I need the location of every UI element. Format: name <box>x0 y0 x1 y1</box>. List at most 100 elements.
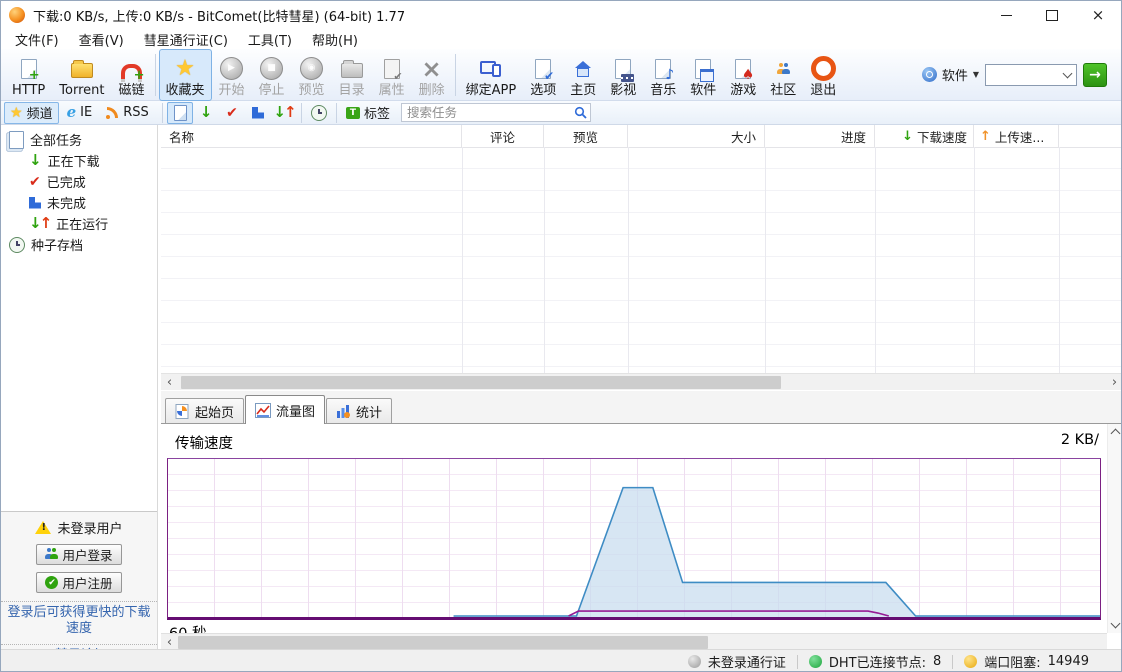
menu-view[interactable]: 查看(V) <box>69 30 134 49</box>
toolbar-button-stop[interactable]: ■ 停止 <box>252 49 292 101</box>
faster-download-link[interactable]: 登录后可获得更快的下载速度 <box>1 601 157 640</box>
up-down-arrows-icon: ↓↑ <box>273 105 294 120</box>
scrollbar-thumb[interactable] <box>178 636 708 649</box>
close-button[interactable]: × <box>1075 1 1121 29</box>
stop-icon: ■ <box>259 56 285 82</box>
bind-app-devices-icon <box>478 56 504 82</box>
download-speed-area <box>454 488 1100 617</box>
filter-downloading-button[interactable]: ↓ <box>193 102 219 124</box>
filter-completed-button[interactable]: ✔ <box>219 102 245 124</box>
filter-all-tasks-button[interactable] <box>167 102 193 124</box>
window-controls: × <box>983 1 1121 29</box>
column-header-download-speed[interactable]: ↓ 下载速度 <box>875 125 974 147</box>
menu-tools[interactable]: 工具(T) <box>238 30 302 49</box>
toolbar-button-favorites[interactable]: ★ 收藏夹 <box>159 49 212 101</box>
toolbar-button-music[interactable]: ♪ 音乐 <box>643 49 683 101</box>
status-port-blocked[interactable]: 端口阻塞: 14949 <box>964 652 1089 671</box>
status-bar: 未登录通行证 DHT已连接节点: 8 端口阻塞: 14949 <box>1 649 1121 672</box>
tag-label: 标签 <box>364 103 390 122</box>
toolbar-button-games[interactable]: ♠ 游戏 <box>723 49 763 101</box>
scroll-left-arrow[interactable]: ‹ <box>161 374 178 390</box>
dropdown-arrow-icon: ▼ <box>973 70 979 79</box>
toolbar-button-magnet[interactable]: + 磁链 <box>111 49 151 101</box>
maximize-button[interactable] <box>1029 1 1075 29</box>
menu-help[interactable]: 帮助(H) <box>302 30 368 49</box>
toolbar-button-bind-app[interactable]: 绑定APP <box>459 49 524 101</box>
tab-traffic-graph[interactable]: 流量图 <box>245 395 325 424</box>
toolbar-button-properties[interactable]: ✔ 属性 <box>372 49 412 101</box>
column-header-progress[interactable]: 进度 <box>765 125 875 147</box>
down-arrow-icon: ↓ <box>29 153 42 168</box>
toolbar-button-start[interactable]: ▶ 开始 <box>212 49 252 101</box>
tab-start-page[interactable]: 起始页 <box>165 398 244 423</box>
tree-item-downloading[interactable]: ↓ 正在下载 <box>1 150 157 171</box>
toolbar-button-http[interactable]: + HTTP <box>5 49 52 101</box>
tree-item-incomplete[interactable]: 未完成 <box>1 192 157 213</box>
toolbar-button-home[interactable]: 主页 <box>563 49 603 101</box>
user-login-button[interactable]: 用户登录 <box>36 544 121 565</box>
tag-filter-button[interactable]: T 标签 <box>341 102 395 124</box>
title-bar[interactable]: 下载:0 KB/s, 上传:0 KB/s - BitComet(比特彗星) (6… <box>1 1 1121 29</box>
menu-file[interactable]: 文件(F) <box>5 30 69 49</box>
status-passport[interactable]: 未登录通行证 <box>688 652 786 671</box>
toolbar-search-area: 软件 ▼ → <box>922 63 1117 87</box>
column-header-preview[interactable]: 预览 <box>544 125 628 147</box>
search-category-dropdown[interactable]: 软件 ▼ <box>922 65 979 84</box>
task-list-horizontal-scrollbar[interactable]: ‹ › <box>161 373 1122 390</box>
scroll-up-arrow[interactable] <box>1111 429 1121 439</box>
filter-incomplete-button[interactable] <box>245 102 271 124</box>
channel-tabs: ★ 频道 e IE RSS <box>1 102 158 124</box>
task-tree: 全部任务 ↓ 正在下载 ✔ 已完成 未完成 ↓↑ 正在运行 种子存档 <box>1 125 157 255</box>
scroll-down-arrow[interactable] <box>1111 619 1121 629</box>
toolbar-button-movies[interactable]: 影视 <box>603 49 643 101</box>
blue-block-icon <box>29 197 41 209</box>
column-header-name[interactable]: 名称 <box>161 125 462 147</box>
scroll-left-arrow[interactable]: ‹ <box>161 634 178 650</box>
task-search <box>401 103 591 122</box>
toolbar-button-options[interactable]: ✔ 选项 <box>523 49 563 101</box>
toolbar-button-preview[interactable]: ◉ 预览 <box>292 49 332 101</box>
toolbar-button-directory[interactable]: 目录 <box>332 49 372 101</box>
filter-archive-button[interactable] <box>306 102 332 124</box>
toolbar-button-delete[interactable]: × 删除 <box>412 49 452 101</box>
filter-active-button[interactable]: ↓↑ <box>271 102 297 124</box>
tree-item-running[interactable]: ↓↑ 正在运行 <box>1 213 157 234</box>
task-list-empty-grid[interactable] <box>161 147 1122 373</box>
column-header-comments[interactable]: 评论 <box>462 125 544 147</box>
scroll-right-arrow[interactable]: › <box>1106 374 1122 390</box>
channel-tab-ie[interactable]: e IE <box>61 102 99 124</box>
status-dht-nodes[interactable]: DHT已连接节点: 8 <box>809 652 941 671</box>
channel-tab-channels[interactable]: ★ 频道 <box>4 102 59 124</box>
search-go-button[interactable]: → <box>1083 63 1107 87</box>
all-tasks-icon <box>174 105 187 121</box>
tree-item-completed[interactable]: ✔ 已完成 <box>1 171 157 192</box>
toolbar-button-software[interactable]: 软件 <box>683 49 723 101</box>
graph-vertical-scrollbar[interactable] <box>1107 424 1122 633</box>
options-icon: ✔ <box>530 56 556 82</box>
user-register-button[interactable]: ✔ 用户注册 <box>36 572 121 593</box>
toolbar-button-torrent[interactable]: Torrent <box>52 49 111 101</box>
directory-folder-icon <box>339 56 365 82</box>
http-task-icon: + <box>16 56 42 82</box>
column-header-size[interactable]: 大小 <box>628 125 765 147</box>
column-header-upload-speed[interactable]: ↑ 上传速... <box>974 125 1059 147</box>
login-status: 未登录用户 <box>35 518 122 537</box>
main-toolbar: + HTTP Torrent + 磁链 ★ 收藏夹 ▶ 开始 ■ 停止 ◉ 预览 <box>1 49 1121 101</box>
scrollbar-thumb[interactable] <box>181 376 781 389</box>
graph-horizontal-scrollbar[interactable]: ‹ <box>161 633 1107 649</box>
menu-comet-passport[interactable]: 彗星通行证(C) <box>134 30 238 49</box>
traffic-graph-panel: 传输速度 2 KB/ 60 秒 ‹ <box>161 423 1122 649</box>
tab-statistics[interactable]: 统计 <box>326 398 392 423</box>
games-spade-icon: ♠ <box>730 56 756 82</box>
preview-icon: ◉ <box>299 56 325 82</box>
task-search-input[interactable] <box>401 103 591 122</box>
music-icon: ♪ <box>650 56 676 82</box>
channel-tab-rss[interactable]: RSS <box>100 102 155 124</box>
tree-item-all-tasks[interactable]: 全部任务 <box>1 129 157 150</box>
minimize-button[interactable] <box>983 1 1029 29</box>
toolbar-button-exit[interactable]: 退出 <box>803 49 843 101</box>
tree-item-torrent-archive[interactable]: 种子存档 <box>1 234 157 255</box>
window-title: 下载:0 KB/s, 上传:0 KB/s - BitComet(比特彗星) (6… <box>33 6 405 25</box>
toolbar-button-community[interactable]: 社区 <box>763 49 803 101</box>
toolbar-search-combobox[interactable] <box>985 64 1077 86</box>
